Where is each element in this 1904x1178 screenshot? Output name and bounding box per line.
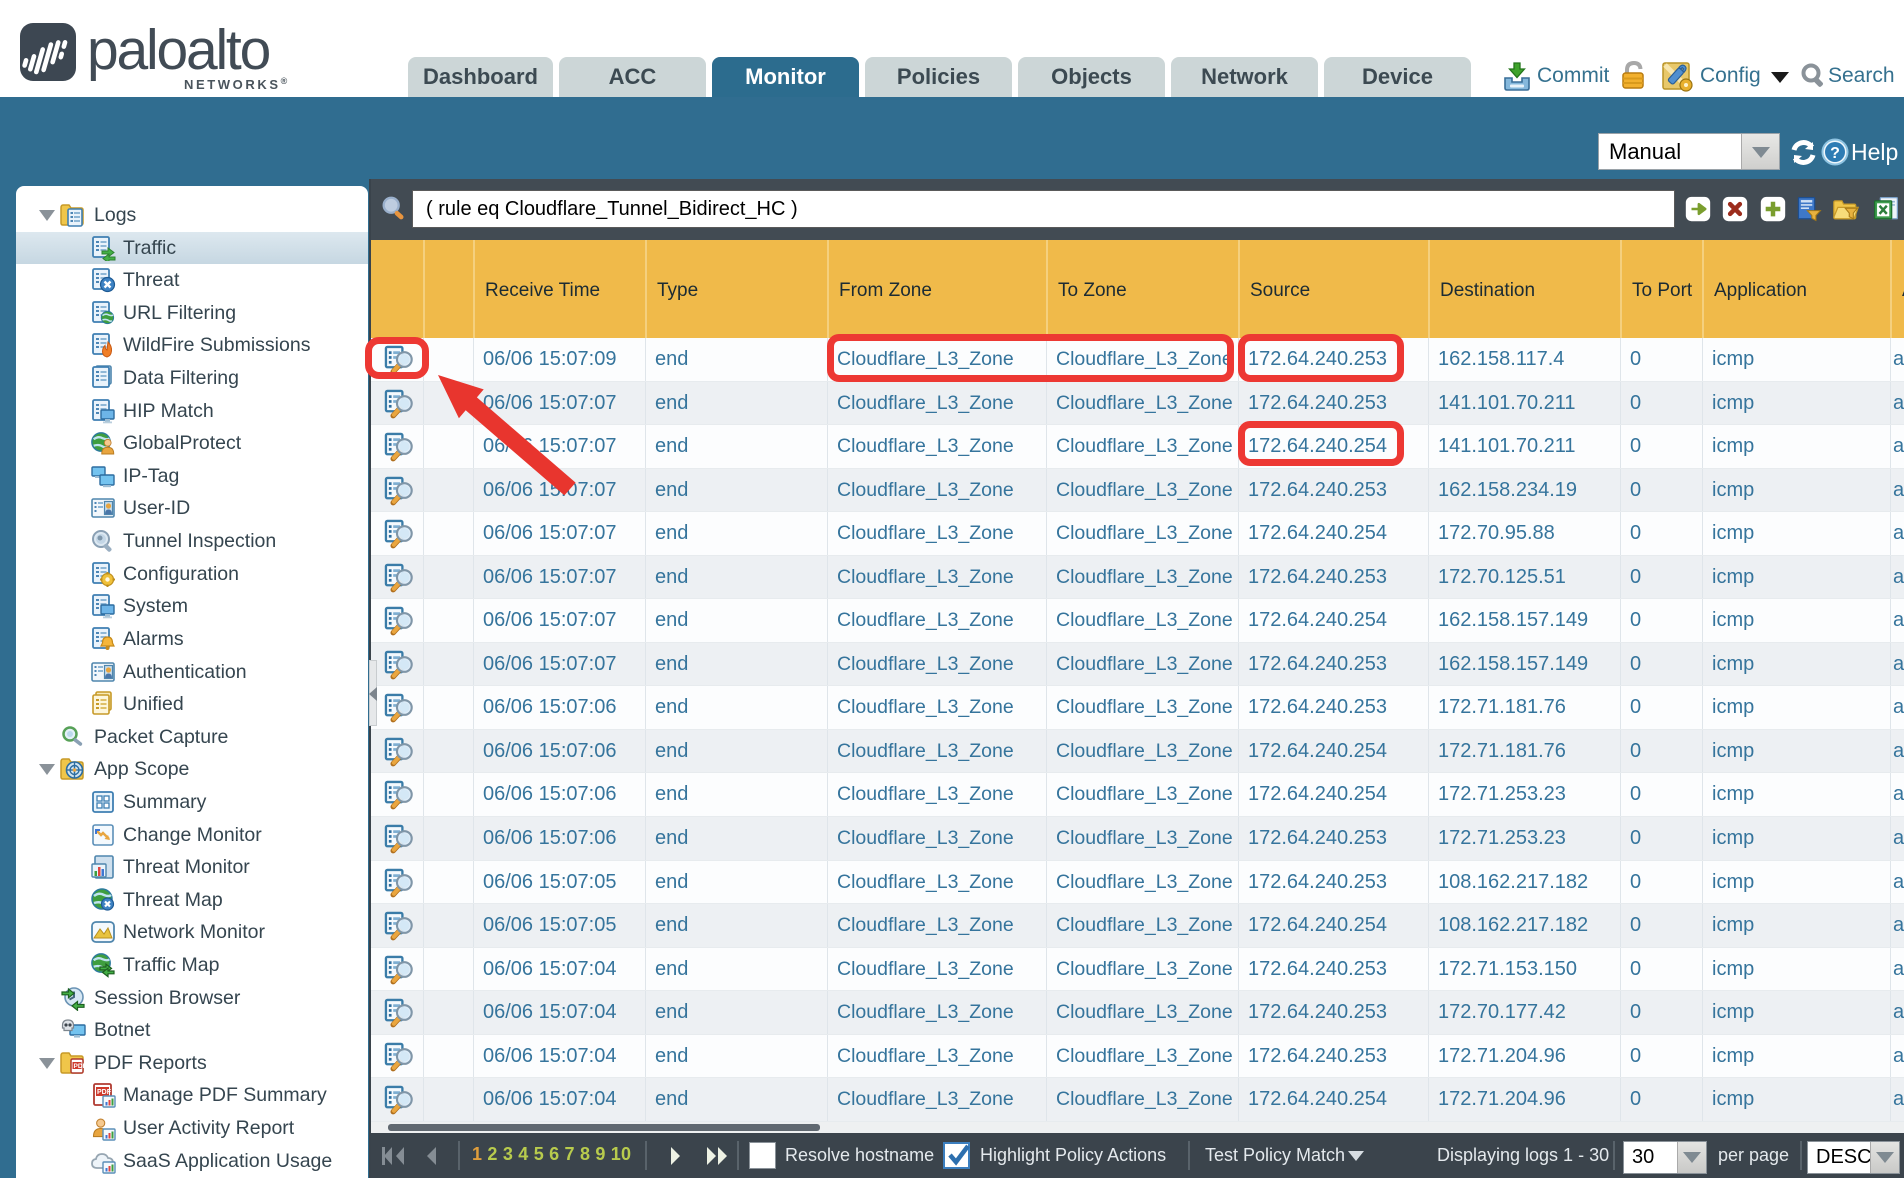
svg-text:?: ?: [1830, 145, 1840, 162]
svg-text:PDF: PDF: [74, 1063, 87, 1070]
svg-text:PDF: PDF: [97, 1089, 112, 1096]
